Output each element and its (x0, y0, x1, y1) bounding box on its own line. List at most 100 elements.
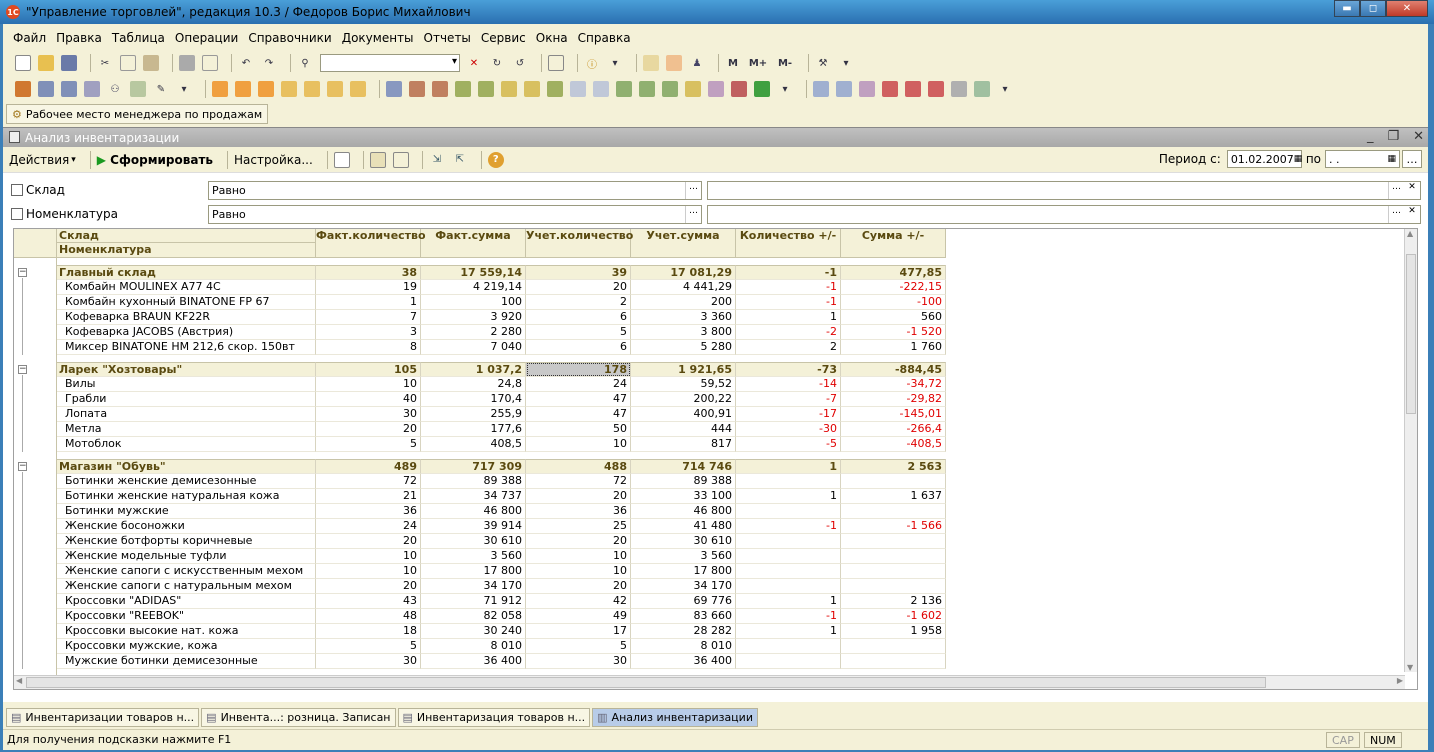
find-prev-icon[interactable]: ↺ (512, 55, 528, 71)
close-button[interactable]: ✕ (1386, 0, 1428, 17)
value-cell[interactable]: 36 400 (631, 654, 736, 669)
table-row[interactable]: Мотоблок 5 408,5 10 817 -5 -408,5 (57, 437, 946, 452)
open-icon[interactable] (38, 55, 54, 71)
menu-table[interactable]: Таблица (112, 31, 165, 45)
value-cell[interactable]: 255,9 (421, 407, 526, 422)
task-item[interactable]: ▤ Инвентаризация товаров н... (397, 707, 591, 727)
value-cell[interactable]: 1 921,65 (631, 362, 736, 377)
table-row[interactable]: Женские сапоги с натуральным мехом 20 34 1… (57, 579, 946, 594)
doc-icon[interactable] (235, 81, 251, 97)
value-cell[interactable]: 1 (736, 459, 841, 474)
value-cell[interactable]: 10 (526, 549, 631, 564)
value-cell[interactable]: 46 800 (421, 504, 526, 519)
header-qty-diff[interactable]: Количество +/- (736, 229, 841, 258)
horizontal-scrollbar[interactable]: ◀ ▶ (14, 675, 1405, 689)
value-cell[interactable]: 39 914 (421, 519, 526, 534)
period-select-button[interactable]: … (1402, 150, 1422, 168)
value-cell[interactable]: 20 (316, 534, 421, 549)
value-cell[interactable]: 30 610 (421, 534, 526, 549)
value-cell[interactable]: 36 400 (421, 654, 526, 669)
value-cell[interactable] (841, 564, 946, 579)
doc-icon[interactable] (61, 81, 77, 97)
value-cell[interactable]: 5 (316, 639, 421, 654)
find-next-icon[interactable]: ↻ (489, 55, 505, 71)
value-cell[interactable]: 3 920 (421, 310, 526, 325)
group-row[interactable]: Главный склад 38 17 559,14 39 17 081,29 -1 477… (57, 265, 946, 280)
doc-icon[interactable] (616, 81, 632, 97)
table-row[interactable]: Метла 20 177,6 50 444 -30 -266,4 (57, 422, 946, 437)
value-cell[interactable]: 3 560 (421, 549, 526, 564)
value-cell[interactable]: 400,91 (631, 407, 736, 422)
generate-button[interactable]: Сформировать (97, 153, 213, 167)
value-cell[interactable]: 2 563 (841, 459, 946, 474)
chart-icon[interactable] (333, 151, 350, 168)
value-cell[interactable]: 5 280 (631, 340, 736, 355)
value-cell[interactable] (736, 504, 841, 519)
value-cell[interactable]: 8 (316, 340, 421, 355)
value-cell[interactable]: -73 (736, 362, 841, 377)
table-row[interactable]: Грабли 40 170,4 47 200,22 -7 -29,82 (57, 392, 946, 407)
table-row[interactable]: Кроссовки высокие нат. кожа 18 30 240 17 28 … (57, 624, 946, 639)
value-cell[interactable]: 10 (316, 564, 421, 579)
dropdown-icon[interactable]: ▾ (997, 81, 1013, 97)
doc-icon[interactable] (547, 81, 563, 97)
value-cell[interactable]: 105 (316, 362, 421, 377)
minimize-icon[interactable]: _ (1367, 129, 1374, 144)
value-cell[interactable] (736, 474, 841, 489)
maximize-button[interactable]: ◻ (1360, 0, 1386, 17)
value-cell[interactable]: 30 (316, 654, 421, 669)
value-cell[interactable]: 17 (526, 624, 631, 639)
value-cell[interactable]: 8 010 (421, 639, 526, 654)
close-icon[interactable]: ✕ (1413, 129, 1424, 144)
paste-icon[interactable] (143, 55, 159, 71)
menu-service[interactable]: Сервис (481, 31, 526, 45)
binoculars-icon[interactable]: ⚇ (107, 81, 123, 97)
value-cell[interactable]: 69 776 (631, 594, 736, 609)
value-cell[interactable]: -408,5 (841, 437, 946, 452)
value-cell[interactable]: 89 388 (631, 474, 736, 489)
value-cell[interactable]: 17 800 (631, 564, 736, 579)
value-cell[interactable]: 47 (526, 407, 631, 422)
value-cell[interactable]: 1 (736, 624, 841, 639)
doc-icon[interactable] (455, 81, 471, 97)
value-cell[interactable]: 200 (631, 295, 736, 310)
value-cell[interactable]: 71 912 (421, 594, 526, 609)
task-item[interactable]: ▤ Инвента...: розница. Записан (201, 707, 396, 727)
warehouse-checkbox[interactable] (11, 184, 23, 196)
value-cell[interactable]: 4 441,29 (631, 280, 736, 295)
value-cell[interactable]: 2 (526, 295, 631, 310)
value-cell[interactable]: 10 (526, 437, 631, 452)
menu-catalogs[interactable]: Справочники (248, 31, 331, 45)
doc-icon[interactable] (281, 81, 297, 97)
memory-m-button[interactable]: M (725, 55, 741, 71)
value-cell[interactable]: 6 (526, 340, 631, 355)
value-cell[interactable]: 30 240 (421, 624, 526, 639)
value-cell[interactable]: 1 (736, 310, 841, 325)
value-cell[interactable]: 1 (736, 489, 841, 504)
dropdown-icon[interactable]: ▾ (838, 55, 854, 71)
value-cell[interactable]: 714 746 (631, 459, 736, 474)
header-acc-qty[interactable]: Учет.количество (526, 229, 633, 258)
value-cell[interactable] (841, 639, 946, 654)
value-cell[interactable] (841, 579, 946, 594)
clear-search-icon[interactable]: ✕ (466, 55, 482, 71)
select-button[interactable]: … (685, 182, 701, 199)
value-cell[interactable]: 20 (526, 280, 631, 295)
task-item-active[interactable]: ▥ Анализ инвентаризации (592, 707, 758, 727)
collapse-group-icon[interactable]: − (18, 462, 27, 471)
doc-icon[interactable] (478, 81, 494, 97)
value-cell[interactable]: 1 637 (841, 489, 946, 504)
tools-icon[interactable]: ⚒ (815, 55, 831, 71)
select-button[interactable]: … (1388, 206, 1404, 223)
scroll-right-icon[interactable]: ▶ (1397, 676, 1403, 685)
value-cell[interactable]: 489 (316, 459, 421, 474)
search-icon[interactable]: ⚲ (297, 55, 313, 71)
value-cell[interactable]: 17 081,29 (631, 265, 736, 280)
select-button[interactable]: … (1388, 182, 1404, 199)
value-cell[interactable]: 20 (526, 534, 631, 549)
value-cell[interactable]: 19 (316, 280, 421, 295)
value-cell[interactable]: 39 (526, 265, 631, 280)
value-cell[interactable]: -7 (736, 392, 841, 407)
value-cell[interactable]: 8 010 (631, 639, 736, 654)
header-fact-sum[interactable]: Факт.сумма (421, 229, 526, 258)
